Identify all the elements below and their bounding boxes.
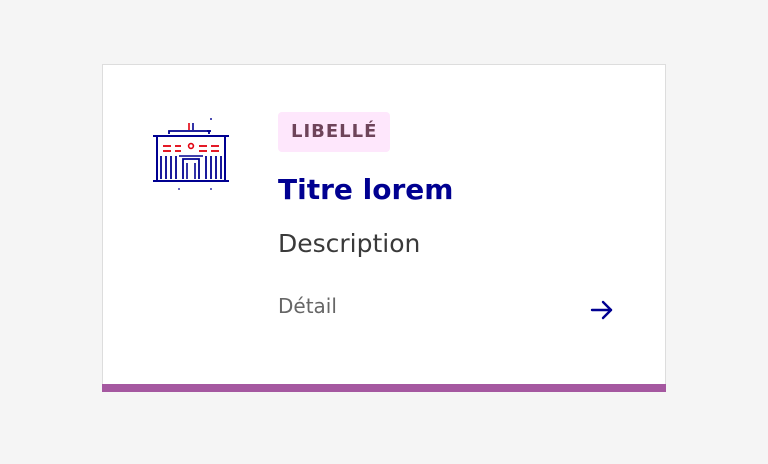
- city-hall-icon: [149, 113, 233, 197]
- tile-description: Description: [278, 229, 421, 258]
- tile-title[interactable]: Titre lorem: [278, 172, 625, 208]
- tile-card[interactable]: LIBELLÉ Titre lorem Description Détail: [102, 64, 666, 392]
- arrow-right-icon[interactable]: [589, 297, 615, 323]
- tile-detail: Détail: [278, 294, 337, 318]
- tile-footer: Détail: [278, 292, 625, 322]
- tile-accent-bar: [102, 384, 666, 392]
- tile-content: LIBELLÉ Titre lorem Description Détail: [278, 112, 625, 322]
- category-badge: LIBELLÉ: [278, 112, 391, 152]
